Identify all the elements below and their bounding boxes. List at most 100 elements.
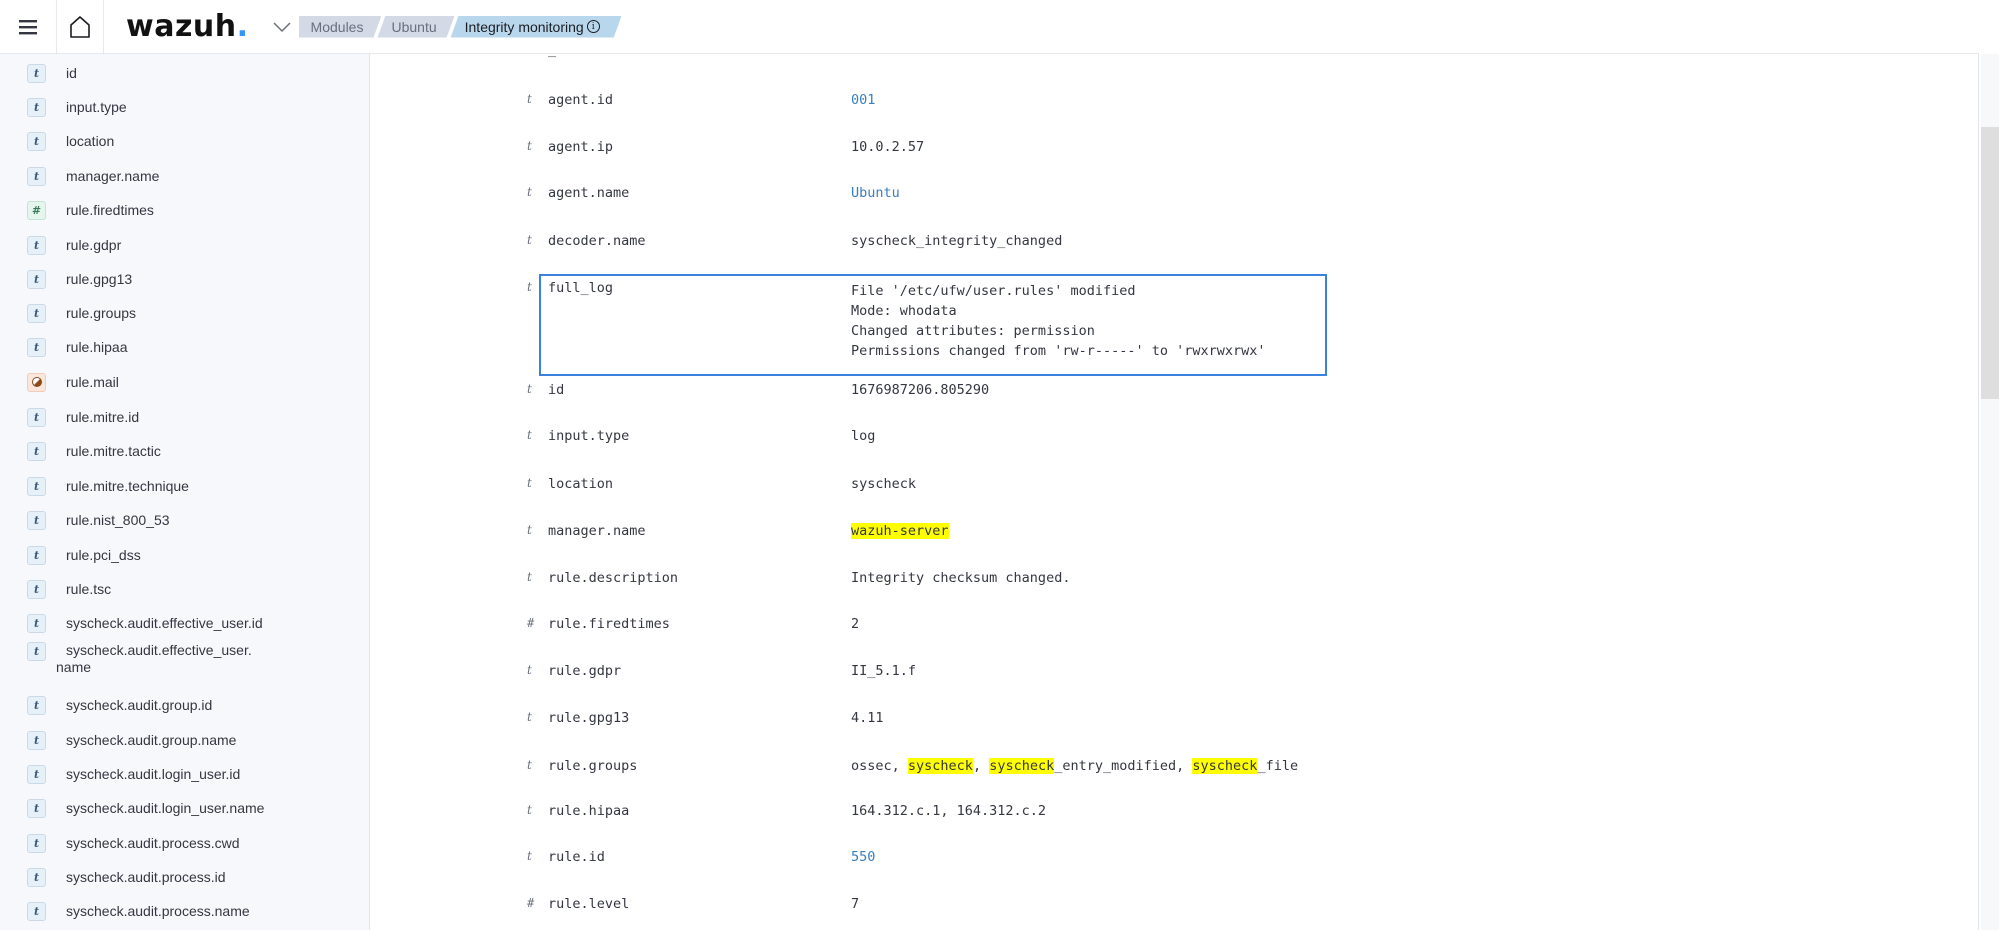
- value-text: II_5.1.f: [851, 663, 917, 679]
- field-name: syscheck.audit.process.cwd: [66, 835, 240, 851]
- field-list-item[interactable]: t input.type: [27, 92, 369, 122]
- field-list-item[interactable]: t rule.tsc: [27, 574, 369, 604]
- field-key: agent.ip: [548, 139, 614, 155]
- field-value[interactable]: 001: [851, 92, 875, 108]
- doc-field-row[interactable]: t location syscheck: [527, 476, 1327, 506]
- logo-text: wazuh: [126, 9, 237, 44]
- field-list-item[interactable]: t rule.nist_800_53: [27, 505, 369, 535]
- field-list-item[interactable]: t syscheck.audit.process.id: [27, 862, 369, 892]
- field-value[interactable]: Ubuntu: [851, 185, 900, 201]
- field-list-item[interactable]: t rule.gpg13: [27, 264, 369, 294]
- field-value: 4.11: [851, 710, 884, 726]
- page-scrollbar[interactable]: [1981, 54, 1999, 930]
- field-key: location: [548, 476, 614, 492]
- field-key: agent.name: [548, 185, 630, 201]
- home-button[interactable]: [56, 0, 104, 54]
- field-key: id: [548, 382, 565, 398]
- breadcrumb: Modules Ubuntu Integrity monitoring i: [299, 17, 618, 37]
- field-key: rule.id: [548, 849, 605, 865]
- field-value: wazuh-alerts-4.x-2023.02.21: [851, 54, 1070, 58]
- breadcrumb-integrity-monitoring[interactable]: Integrity monitoring i: [451, 16, 622, 38]
- string-type-icon: t: [527, 758, 532, 772]
- scrollbar-thumb[interactable]: [1981, 127, 1999, 399]
- value-text: 7: [851, 896, 860, 912]
- doc-field-row[interactable]: t manager.name wazuh-server: [527, 523, 1327, 553]
- app-menu-dropdown[interactable]: [271, 0, 293, 54]
- value-part: _file: [1257, 758, 1299, 774]
- doc-field-row[interactable]: t rule.gpg13 4.11: [527, 710, 1327, 740]
- field-list-item[interactable]: t syscheck.audit.group.id: [27, 690, 369, 720]
- field-list-item[interactable]: # rule.firedtimes: [27, 195, 369, 225]
- field-list-item[interactable]: t rule.mitre.id: [27, 402, 369, 432]
- field-list-item[interactable]: t rule.pci_dss: [27, 540, 369, 570]
- value-text: 2: [851, 616, 860, 632]
- menu-button[interactable]: [0, 0, 56, 54]
- info-icon[interactable]: i: [587, 20, 600, 33]
- breadcrumb-ubuntu[interactable]: Ubuntu: [377, 16, 454, 38]
- doc-field-row[interactable]: # rule.firedtimes 2: [527, 616, 1327, 646]
- string-type-icon: t: [27, 545, 46, 565]
- field-name: rule.firedtimes: [66, 202, 154, 218]
- doc-field-row[interactable]: t rule.gdpr II_5.1.f: [527, 663, 1327, 693]
- doc-field-row[interactable]: t decoder.name syscheck_integrity_changed: [527, 233, 1327, 263]
- doc-field-row[interactable]: t agent.ip 10.0.2.57: [527, 139, 1327, 169]
- field-list-item[interactable]: t rule.mitre.tactic: [27, 436, 369, 466]
- field-name: syscheck.audit.process.name: [66, 903, 250, 919]
- field-list-item[interactable]: t rule.groups: [27, 298, 369, 328]
- doc-field-row[interactable]: t full_log File '/etc/ufw/user.rules' modi…: [527, 280, 1327, 359]
- field-name: syscheck.audit.login_user.name: [66, 800, 265, 816]
- field-list-item[interactable]: t manager.name: [27, 161, 369, 191]
- field-list-item[interactable]: rule.mail: [27, 367, 369, 397]
- field-list-item[interactable]: t syscheck.audit.effective_user. name: [27, 642, 369, 682]
- field-list-item[interactable]: t rule.gdpr: [27, 230, 369, 260]
- field-list-item[interactable]: t id: [27, 58, 369, 88]
- field-list-item[interactable]: t rule.mitre.technique: [27, 471, 369, 501]
- field-list-item[interactable]: t syscheck.audit.login_user.name: [27, 793, 369, 823]
- doc-field-row[interactable]: t rule.id 550: [527, 849, 1327, 879]
- string-type-icon: t: [27, 695, 46, 715]
- field-value: wazuh-server: [851, 523, 949, 539]
- logo-dot: .: [236, 9, 249, 44]
- field-list-item[interactable]: t syscheck.audit.group.name: [27, 725, 369, 755]
- doc-field-row[interactable]: t rule.description Integrity checksum chan…: [527, 570, 1327, 600]
- field-list-item[interactable]: t rule.hipaa: [27, 332, 369, 362]
- string-type-icon: t: [27, 730, 46, 750]
- doc-field-row[interactable]: t input.type log: [527, 428, 1327, 458]
- string-type-icon: t: [527, 185, 532, 199]
- doc-field-row[interactable]: t agent.name Ubuntu: [527, 185, 1327, 215]
- doc-field-row[interactable]: t rule.groups ossec, syscheck, syscheck_en…: [527, 758, 1327, 788]
- string-type-icon: t: [27, 269, 46, 289]
- wazuh-logo[interactable]: wazuh.: [126, 9, 249, 44]
- field-list-item[interactable]: t syscheck.audit.process.cwd: [27, 828, 369, 858]
- field-key: rule.gpg13: [548, 710, 630, 726]
- field-name: rule.gpg13: [66, 271, 133, 287]
- field-key: manager.name: [548, 523, 646, 539]
- field-value: 2: [851, 616, 859, 632]
- field-value: 7: [851, 896, 859, 912]
- doc-field-row[interactable]: t _index wazuh-alerts-4.x-2023.02.21: [527, 54, 1327, 72]
- string-type-icon: t: [527, 54, 541, 56]
- breadcrumb-modules[interactable]: Modules: [299, 16, 382, 38]
- highlighted-term: wazuh-server: [851, 523, 949, 539]
- value-part: _entry_modified,: [1054, 758, 1193, 774]
- number-type-icon: #: [27, 200, 46, 220]
- string-type-icon: t: [27, 407, 46, 427]
- breadcrumb-label: Ubuntu: [391, 18, 437, 35]
- field-key: rule.firedtimes: [548, 616, 670, 632]
- field-list-item[interactable]: t syscheck.audit.effective_user.id: [27, 608, 369, 638]
- highlighted-term: syscheck: [1192, 758, 1258, 774]
- field-key: rule.description: [548, 570, 679, 586]
- field-value[interactable]: 550: [851, 849, 875, 865]
- field-list-item[interactable]: t location: [27, 126, 369, 156]
- doc-field-row[interactable]: t rule.hipaa 164.312.c.1, 164.312.c.2: [527, 803, 1327, 833]
- field-list-item[interactable]: t syscheck.audit.login_user.id: [27, 759, 369, 789]
- field-list-item[interactable]: t syscheck.audit.process.name: [27, 896, 369, 926]
- field-key: decoder.name: [548, 233, 646, 249]
- doc-field-row[interactable]: # rule.level 7: [527, 896, 1327, 926]
- field-value: 1676987206.805290: [851, 382, 989, 398]
- value-text: 4.11: [851, 710, 884, 726]
- doc-field-row[interactable]: t id 1676987206.805290: [527, 382, 1327, 412]
- string-type-icon: t: [527, 428, 532, 442]
- doc-field-row[interactable]: t agent.id 001: [527, 92, 1327, 122]
- string-type-icon: t: [527, 570, 532, 584]
